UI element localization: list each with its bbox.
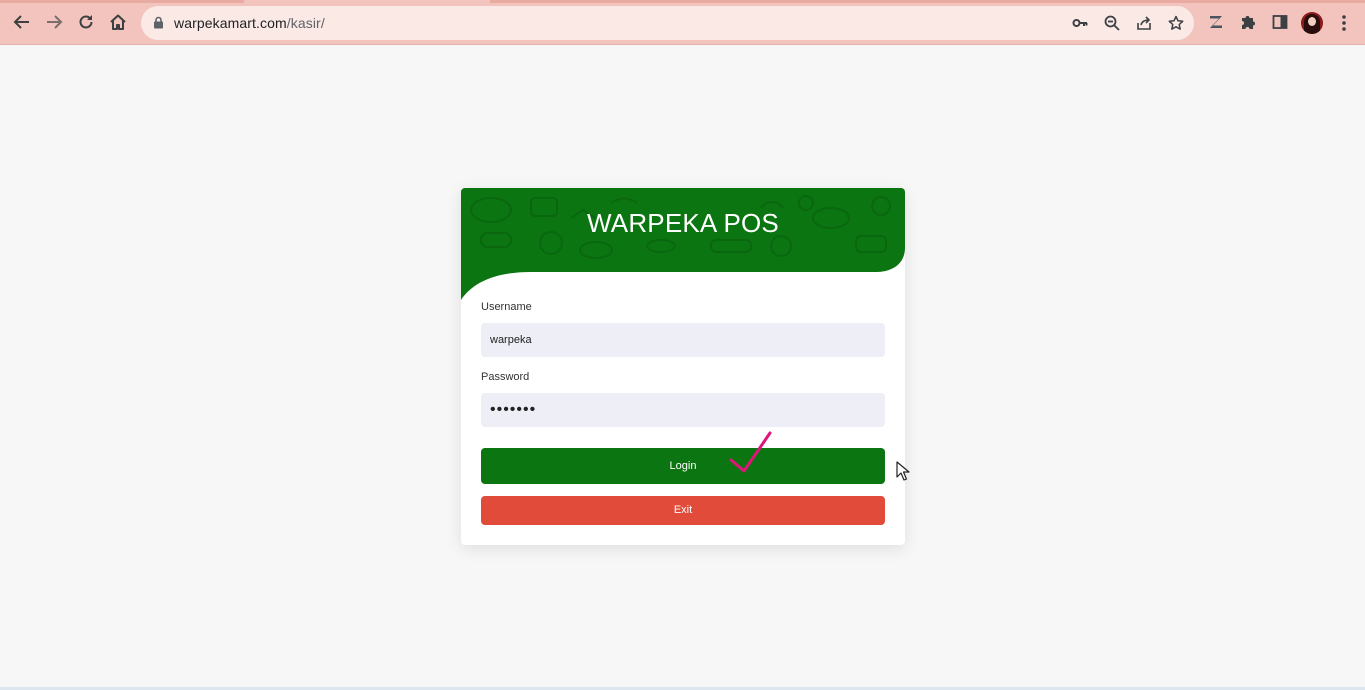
bookmark-star-icon[interactable] bbox=[1167, 14, 1185, 32]
tab-strip bbox=[0, 0, 1365, 3]
exit-button[interactable]: Exit bbox=[481, 496, 885, 525]
mouse-cursor-icon bbox=[896, 461, 910, 481]
login-button[interactable]: Login bbox=[481, 448, 885, 484]
username-input[interactable] bbox=[481, 323, 885, 357]
back-icon[interactable] bbox=[10, 10, 34, 34]
address-bar[interactable]: warpekamart.com/kasir/ bbox=[141, 6, 1194, 40]
side-panel-icon[interactable] bbox=[1270, 12, 1290, 32]
url-path: /kasir/ bbox=[286, 15, 325, 31]
lock-icon[interactable] bbox=[153, 16, 164, 34]
url-text[interactable]: warpekamart.com/kasir/ bbox=[174, 15, 325, 31]
username-label: Username bbox=[481, 301, 532, 313]
active-tab[interactable] bbox=[244, 0, 490, 3]
home-icon[interactable] bbox=[106, 10, 130, 34]
password-label: Password bbox=[481, 371, 530, 383]
share-icon[interactable] bbox=[1135, 14, 1153, 32]
more-menu-icon[interactable] bbox=[1338, 13, 1350, 33]
forward-icon[interactable] bbox=[42, 10, 66, 34]
header-pattern-background bbox=[461, 188, 905, 300]
login-card: WARPEKA POS Username Password Login Exit bbox=[461, 188, 905, 545]
key-icon[interactable] bbox=[1071, 14, 1089, 32]
url-host: warpekamart.com bbox=[174, 15, 287, 31]
reload-icon[interactable] bbox=[74, 10, 98, 34]
extensions-puzzle-icon[interactable] bbox=[1238, 12, 1258, 32]
password-input[interactable] bbox=[481, 393, 885, 427]
card-header: WARPEKA POS bbox=[461, 188, 905, 303]
z-extension-icon[interactable] bbox=[1206, 12, 1226, 32]
browser-toolbar: warpekamart.com/kasir/ bbox=[0, 0, 1365, 45]
avatar-face bbox=[1308, 17, 1316, 26]
profile-avatar[interactable] bbox=[1301, 12, 1323, 34]
zoom-out-icon[interactable] bbox=[1103, 14, 1121, 32]
app-title: WARPEKA POS bbox=[587, 208, 779, 238]
